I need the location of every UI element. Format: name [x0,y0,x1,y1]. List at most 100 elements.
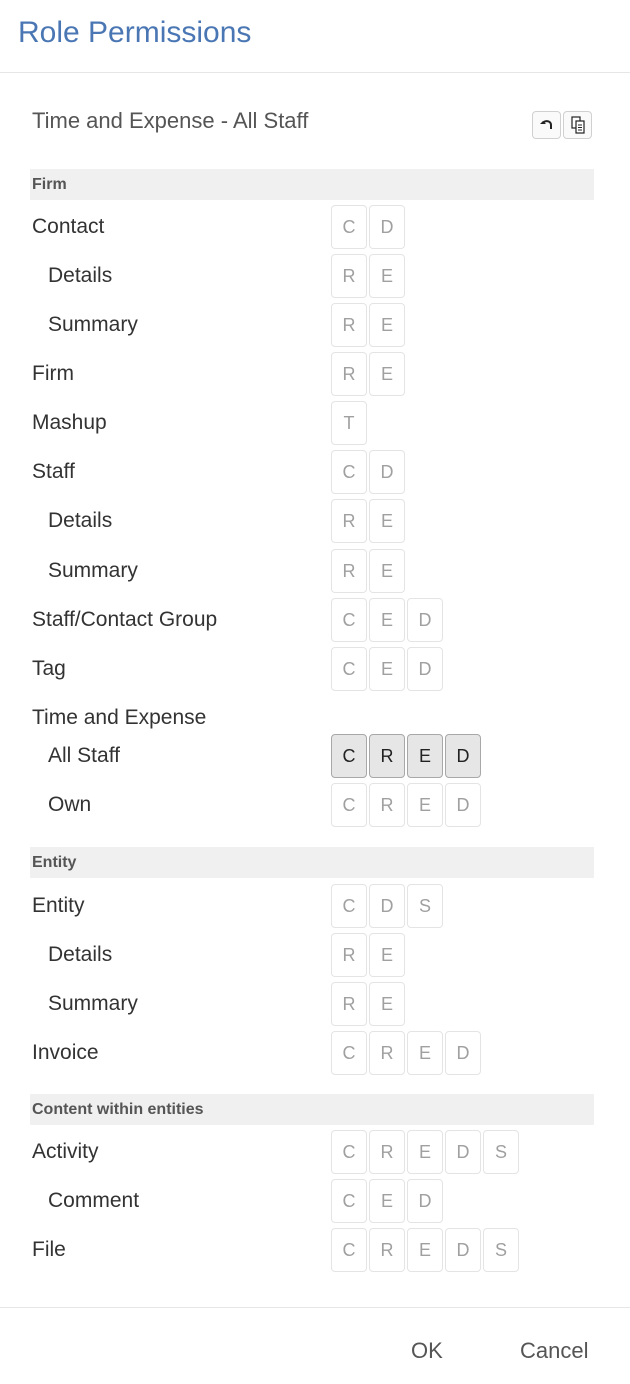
perm-toggle-r[interactable]: R [331,982,367,1026]
perm-toggle-e[interactable]: E [407,783,443,827]
perm-toggle-d[interactable]: D [445,734,481,778]
perm-toggle-d[interactable]: D [369,884,405,928]
row-label: Comment [48,1189,140,1212]
perm-buttons: CED [331,1179,443,1223]
dialog-footer: OK Cancel [0,1307,630,1384]
row-label: Activity [32,1140,99,1163]
perm-toggle-e[interactable]: E [369,1179,405,1223]
undo-icon[interactable] [532,111,561,139]
perm-toggle-e[interactable]: E [407,1228,443,1272]
perm-toggle-r[interactable]: R [369,783,405,827]
perm-toggle-s[interactable]: S [483,1228,519,1272]
perm-row-contact: Contact CD [0,205,630,249]
perm-row-mashup: Mashup T [0,401,630,445]
perm-row-entity: Entity CDS [0,884,630,928]
row-label: Staff [32,460,75,483]
perm-buttons: RE [331,549,405,593]
perm-toggle-c[interactable]: C [331,884,367,928]
ok-button[interactable]: OK [411,1338,443,1364]
perm-toggle-r[interactable]: R [369,1130,405,1174]
row-label: Tag [32,657,66,680]
role-subtitle: Time and Expense - All Staff [32,108,309,133]
perm-toggle-d[interactable]: D [445,1031,481,1075]
perm-toggle-d[interactable]: D [407,598,443,642]
perm-row-contact-details: Details RE [0,254,630,298]
perm-buttons: T [331,401,367,445]
perm-toggle-c[interactable]: C [331,734,367,778]
perm-toggle-r[interactable]: R [369,1228,405,1272]
row-label: Summary [48,559,138,582]
perm-toggle-e[interactable]: E [407,1130,443,1174]
perm-toggle-r[interactable]: R [331,352,367,396]
perm-buttons: CED [331,598,443,642]
perm-toggle-c[interactable]: C [331,1228,367,1272]
perm-toggle-r[interactable]: R [331,254,367,298]
perm-toggle-d[interactable]: D [445,783,481,827]
perm-toggle-r[interactable]: R [369,734,405,778]
row-label: Own [48,793,92,816]
perm-toggle-r[interactable]: R [331,549,367,593]
perm-row-staff-summary: Summary RE [0,549,630,593]
perm-toggle-d[interactable]: D [369,450,405,494]
perm-toggle-d[interactable]: D [445,1130,481,1174]
perm-toggle-c[interactable]: C [331,450,367,494]
row-label: Details [48,943,113,966]
perm-toggle-e[interactable]: E [369,598,405,642]
perm-toggle-c[interactable]: C [331,598,367,642]
perm-row-te-all-staff: All Staff CRED [0,734,630,778]
perm-toggle-e[interactable]: E [407,734,443,778]
perm-toggle-d[interactable]: D [407,1179,443,1223]
row-label: Mashup [32,411,107,434]
perm-toggle-r[interactable]: R [331,303,367,347]
perm-toggle-t[interactable]: T [331,401,367,445]
perm-toggle-e[interactable]: E [369,933,405,977]
dialog-header: Role Permissions [0,0,630,73]
perm-toggle-s[interactable]: S [483,1130,519,1174]
perm-buttons: CDS [331,884,443,928]
perm-buttons: RE [331,254,405,298]
row-label: Summary [48,313,138,336]
perm-toggle-e[interactable]: E [369,647,405,691]
perm-buttons: CED [331,647,443,691]
perm-toggle-c[interactable]: C [331,647,367,691]
perm-row-tag: Tag CED [0,647,630,691]
row-label: Entity [32,894,85,917]
perm-toggle-r[interactable]: R [369,1031,405,1075]
row-label: Staff/Contact Group [32,608,218,631]
perm-buttons: CD [331,450,405,494]
perm-toggle-e[interactable]: E [369,352,405,396]
cancel-button[interactable]: Cancel [520,1338,588,1364]
perm-row-firm: Firm RE [0,352,630,396]
perm-toggle-r[interactable]: R [331,499,367,543]
perm-toggle-d[interactable]: D [407,647,443,691]
perm-toggle-e[interactable]: E [369,982,405,1026]
copy-document-icon[interactable] [563,111,592,139]
perm-row-staff: Staff CD [0,450,630,494]
perm-row-staff-details: Details RE [0,499,630,543]
perm-toggle-c[interactable]: C [331,1179,367,1223]
perm-toggle-e[interactable]: E [369,549,405,593]
section-firm: Firm [30,169,594,200]
perm-toggle-s[interactable]: S [407,884,443,928]
perm-toggle-e[interactable]: E [407,1031,443,1075]
row-label: Summary [48,992,138,1015]
row-label: Contact [32,215,105,238]
perm-toggle-d[interactable]: D [445,1228,481,1272]
perm-buttons: CD [331,205,405,249]
perm-row-entity-summary: Summary RE [0,982,630,1026]
perm-toggle-d[interactable]: D [369,205,405,249]
perm-toggle-c[interactable]: C [331,783,367,827]
perm-toggle-e[interactable]: E [369,499,405,543]
perm-toggle-e[interactable]: E [369,254,405,298]
perm-row-file: File CREDS [0,1228,630,1272]
perm-toggle-e[interactable]: E [369,303,405,347]
dialog-title: Role Permissions [18,16,252,49]
perm-buttons: CREDS [331,1228,519,1272]
perm-row-contact-summary: Summary RE [0,303,630,347]
perm-toggle-r[interactable]: R [331,933,367,977]
perm-toggle-c[interactable]: C [331,1031,367,1075]
perm-toggle-c[interactable]: C [331,1130,367,1174]
perm-toggle-c[interactable]: C [331,205,367,249]
perm-buttons: RE [331,352,405,396]
row-label: Details [48,509,113,532]
